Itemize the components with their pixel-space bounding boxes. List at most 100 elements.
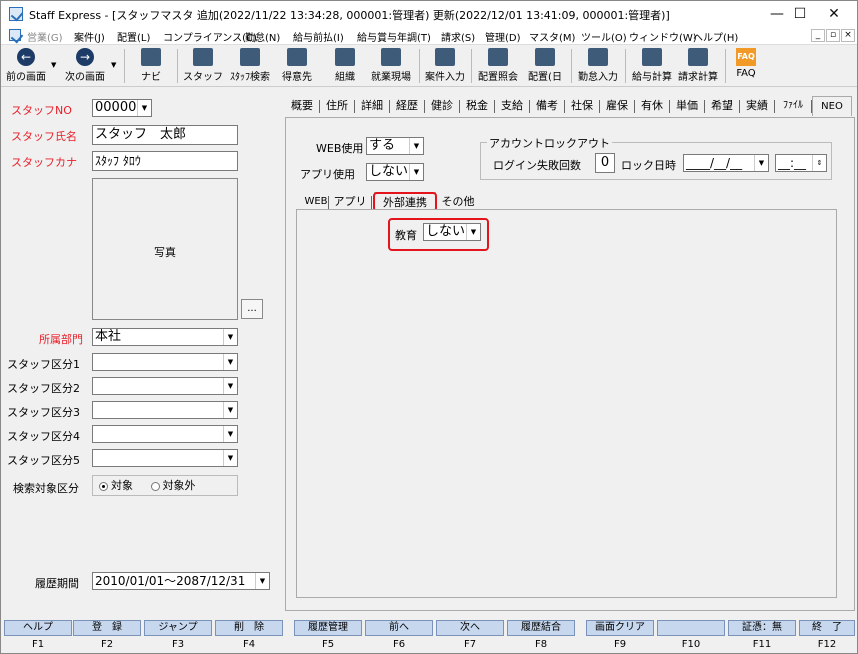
menu-window[interactable]: ウィンドウ(W) bbox=[629, 29, 697, 44]
staff-class4-select[interactable]: ▼ bbox=[92, 425, 238, 443]
menu-sales[interactable]: 営業(G) bbox=[27, 29, 63, 44]
toolbar-payroll-button[interactable]: 給与計算 bbox=[629, 47, 675, 85]
toolbar-case-input-button[interactable]: 案件入力 bbox=[423, 47, 467, 85]
toolbar-faq-button[interactable]: FAQ FAQ bbox=[729, 47, 763, 85]
f2-register-button[interactable]: 登 録 bbox=[73, 620, 141, 636]
f5-history-button[interactable]: 履歴管理 bbox=[294, 620, 362, 636]
staff-kana-label: スタッフカナ bbox=[11, 156, 77, 169]
chevron-down-icon[interactable]: ▼ bbox=[223, 378, 237, 394]
chevron-down-icon[interactable]: ▼ bbox=[409, 138, 423, 154]
search-target-off-radio[interactable]: 対象外 bbox=[150, 479, 196, 492]
tab-files[interactable]: ﾌｧｲﾙ bbox=[775, 96, 811, 116]
menu-compliance[interactable]: コンプライアンス(C) bbox=[163, 29, 257, 44]
chevron-down-icon[interactable]: ▼ bbox=[223, 402, 237, 418]
menu-attendance[interactable]: 勤怠(N) bbox=[245, 29, 280, 44]
mdi-minimize-button[interactable]: _ bbox=[811, 29, 825, 42]
chevron-down-icon[interactable]: ▼ bbox=[223, 329, 237, 345]
chevron-down-icon[interactable]: ▼ bbox=[51, 61, 56, 69]
tab-address[interactable]: 住所 bbox=[320, 96, 354, 116]
tab-unit-price[interactable]: 単価 bbox=[670, 96, 704, 116]
staff-kana-input[interactable]: ｽﾀｯﾌ ﾀﾛｳ bbox=[92, 151, 238, 171]
dept-select[interactable]: 本社 ▼ bbox=[92, 328, 238, 346]
lock-date-picker[interactable]: ____/__/__ ▼ bbox=[683, 154, 769, 172]
menu-help[interactable]: ヘルプ(H) bbox=[693, 29, 738, 44]
chevron-down-icon[interactable]: ▼ bbox=[223, 450, 237, 466]
staff-class5-select[interactable]: ▼ bbox=[92, 449, 238, 467]
staff-class2-select[interactable]: ▼ bbox=[92, 377, 238, 395]
f12-exit-button[interactable]: 終 了 bbox=[799, 620, 855, 636]
toolbar-attendance-input-button[interactable]: 勤怠入力 bbox=[575, 47, 621, 85]
login-fail-count-label: ログイン失敗回数 bbox=[493, 159, 581, 172]
tab-details[interactable]: 詳細 bbox=[355, 96, 389, 116]
f10-button[interactable] bbox=[657, 620, 725, 636]
spinner-updown-icon[interactable]: ⇕ bbox=[812, 155, 826, 171]
menu-admin[interactable]: 管理(D) bbox=[485, 29, 521, 44]
menu-master[interactable]: マスタ(M) bbox=[529, 29, 575, 44]
tab-neo[interactable]: NEO bbox=[812, 96, 852, 116]
tab-paid-leave[interactable]: 有休 bbox=[635, 96, 669, 116]
toolbar-assignment-day-button[interactable]: 配置(日 bbox=[523, 47, 567, 85]
f3-jump-button[interactable]: ジャンプ bbox=[144, 620, 212, 636]
chevron-down-icon[interactable]: ▼ bbox=[223, 426, 237, 442]
search-target-on-radio[interactable]: 対象 bbox=[99, 479, 133, 492]
toolbar-assignment-inquiry-button[interactable]: 配置照会 bbox=[475, 47, 521, 85]
f8-history-merge-button[interactable]: 履歴結合 bbox=[507, 620, 575, 636]
f9-clear-screen-button[interactable]: 画面クリア bbox=[586, 620, 654, 636]
toolbar-forward-button[interactable]: → 次の画面 bbox=[61, 47, 109, 85]
toolbar-back-button[interactable]: ← 前の画面 bbox=[3, 47, 49, 85]
tab-preferences[interactable]: 希望 bbox=[705, 96, 739, 116]
f6-prev-button[interactable]: 前へ bbox=[365, 620, 433, 636]
toolbar: ← 前の画面 ▼ → 次の画面 ▼ ナビ スタッフ ｽﾀｯﾌ検索 得意先 組織 bbox=[1, 45, 857, 87]
toolbar-billing-button[interactable]: 請求計算 bbox=[675, 47, 721, 85]
chevron-down-icon[interactable]: ▼ bbox=[223, 354, 237, 370]
f11-evidence-button[interactable]: 証憑：無 bbox=[728, 620, 796, 636]
tab-employment-insurance[interactable]: 雇保 bbox=[600, 96, 634, 116]
tab-payment[interactable]: 支給 bbox=[495, 96, 529, 116]
app-use-select[interactable]: しない ▼ bbox=[366, 163, 424, 181]
mdi-close-button[interactable]: × bbox=[841, 29, 855, 42]
toolbar-customer-button[interactable]: 得意先 bbox=[277, 47, 317, 85]
menu-advance-pay[interactable]: 給与前払(I) bbox=[293, 29, 344, 44]
login-fail-count-input[interactable]: 0 bbox=[595, 153, 615, 173]
chevron-down-icon[interactable]: ▼ bbox=[111, 61, 116, 69]
menu-payroll[interactable]: 給与賞与年調(T) bbox=[357, 29, 431, 44]
staff-no-select[interactable]: 000005 ▼ bbox=[92, 99, 152, 117]
toolbar-organization-button[interactable]: 組織 bbox=[325, 47, 365, 85]
account-lockout-title: アカウントロックアウト bbox=[487, 135, 612, 151]
toolbar-staff-search-button[interactable]: ｽﾀｯﾌ検索 bbox=[227, 47, 273, 85]
tab-social-insurance[interactable]: 社保 bbox=[565, 96, 599, 116]
f1-help-button[interactable]: ヘルプ bbox=[4, 620, 72, 636]
mdi-restore-button[interactable]: ▫ bbox=[826, 29, 840, 42]
toolbar-navi-button[interactable]: ナビ bbox=[131, 47, 171, 85]
f1-key-label: F1 bbox=[31, 639, 45, 650]
tab-results[interactable]: 実績 bbox=[740, 96, 774, 116]
menu-billing[interactable]: 請求(S) bbox=[441, 29, 475, 44]
chevron-down-icon[interactable]: ▼ bbox=[255, 573, 269, 589]
toolbar-worksite-button[interactable]: 就業現場 bbox=[369, 47, 413, 85]
staff-icon bbox=[193, 48, 213, 66]
tab-notes[interactable]: 備考 bbox=[530, 96, 564, 116]
web-use-select[interactable]: する ▼ bbox=[366, 137, 424, 155]
chevron-down-icon[interactable]: ▼ bbox=[754, 155, 768, 171]
staff-class3-select[interactable]: ▼ bbox=[92, 401, 238, 419]
chevron-down-icon[interactable]: ▼ bbox=[409, 164, 423, 180]
lock-time-spinner[interactable]: __:__ ⇕ bbox=[775, 154, 827, 172]
staff-name-input[interactable]: スタッフ 太郎 bbox=[92, 125, 238, 145]
close-button[interactable]: ✕ bbox=[811, 1, 857, 27]
arrow-left-icon: ← bbox=[17, 48, 35, 66]
menu-tools[interactable]: ツール(O) bbox=[581, 29, 627, 44]
staff-class1-select[interactable]: ▼ bbox=[92, 353, 238, 371]
toolbar-staff-button[interactable]: スタッフ bbox=[183, 47, 223, 85]
f4-delete-button[interactable]: 削 除 bbox=[215, 620, 283, 636]
photo-browse-button[interactable]: ... bbox=[241, 299, 263, 319]
f7-next-button[interactable]: 次へ bbox=[436, 620, 504, 636]
menu-assignment[interactable]: 配置(L) bbox=[117, 29, 150, 44]
tab-tax[interactable]: 税金 bbox=[460, 96, 494, 116]
menu-cases[interactable]: 案件(J) bbox=[74, 29, 105, 44]
chevron-down-icon[interactable]: ▼ bbox=[137, 100, 151, 116]
history-period-select[interactable]: 2010/01/01～2087/12/31 ▼ bbox=[92, 572, 270, 590]
tab-career[interactable]: 経歴 bbox=[390, 96, 424, 116]
tab-health-check[interactable]: 健診 bbox=[425, 96, 459, 116]
tab-overview[interactable]: 概要 bbox=[285, 96, 319, 116]
billing-icon bbox=[688, 48, 708, 66]
